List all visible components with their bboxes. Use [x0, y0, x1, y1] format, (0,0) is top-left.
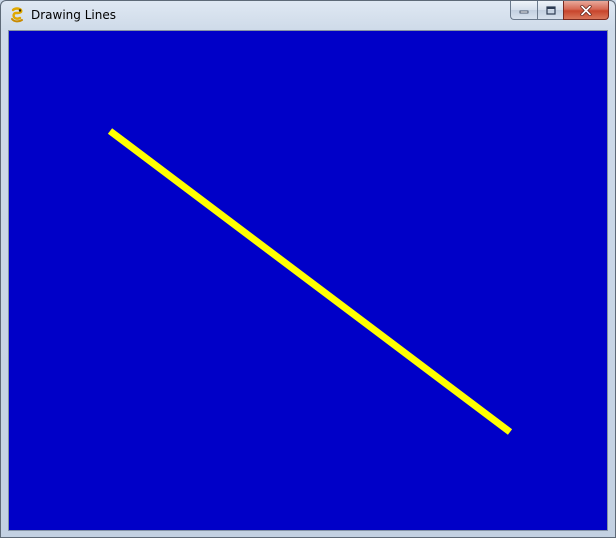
minimize-icon	[519, 6, 529, 14]
maximize-button[interactable]	[537, 1, 563, 20]
close-button[interactable]	[563, 1, 609, 20]
drawing-canvas[interactable]	[8, 30, 608, 531]
yellow-line	[107, 128, 513, 435]
caption-buttons	[510, 1, 609, 21]
window-title: Drawing Lines	[31, 8, 116, 22]
canvas-surface	[107, 128, 513, 435]
app-window: Drawing Lines	[0, 0, 616, 538]
maximize-icon	[545, 5, 556, 15]
pygame-snake-icon	[9, 7, 25, 23]
title-bar[interactable]: Drawing Lines	[1, 1, 615, 30]
minimize-button[interactable]	[510, 1, 537, 20]
close-icon	[580, 4, 592, 16]
